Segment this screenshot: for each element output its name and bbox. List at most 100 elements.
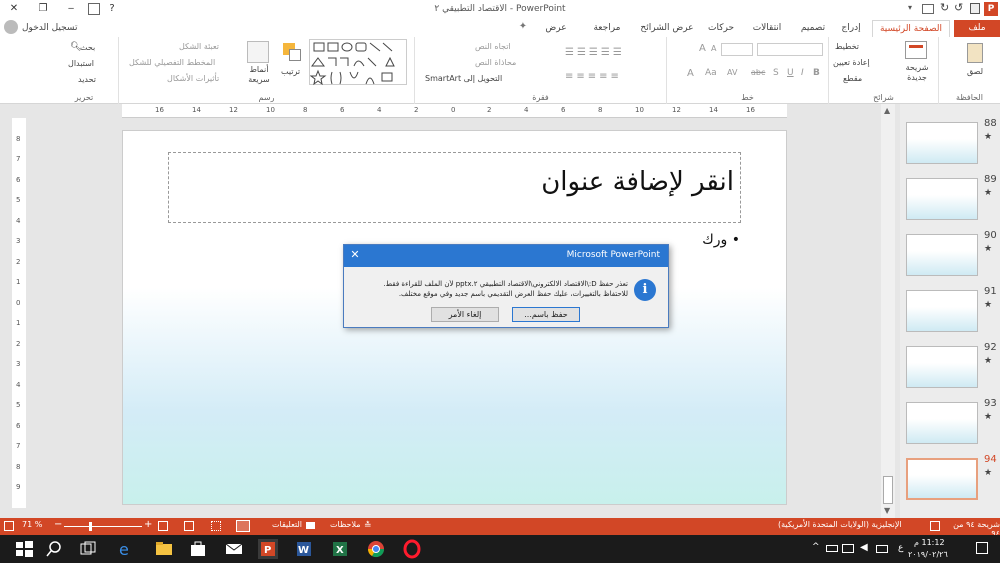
dialog-close-button[interactable]: ✕ (348, 248, 362, 264)
select-button[interactable]: تحديد (78, 75, 96, 84)
help-button[interactable]: ? (104, 0, 120, 18)
scroll-thumb[interactable] (883, 476, 893, 504)
shape-outline-button[interactable]: المخطط التفصيلي للشكل (129, 58, 215, 67)
slide-thumbnail[interactable] (906, 234, 978, 276)
comments-button[interactable]: التعليقات (272, 520, 302, 529)
cancel-button[interactable]: إلغاء الأمر (431, 307, 499, 322)
layout-button[interactable]: تخطيط (835, 42, 859, 51)
paragraph-align-icons[interactable]: ≡≡≡≡≡ (565, 71, 655, 83)
notes-button[interactable]: ملاحظات (330, 520, 361, 529)
tab-file[interactable]: ملف (954, 20, 1000, 37)
quick-styles-icon[interactable] (247, 41, 269, 63)
shrink-font-icon[interactable]: A (711, 44, 716, 53)
slide-sorter-icon[interactable] (211, 521, 221, 531)
spelling-icon[interactable] (930, 521, 940, 531)
paste-button[interactable]: لصق (967, 67, 983, 76)
shape-effects-button[interactable]: تأثيرات الأشكال (167, 74, 219, 83)
font-size-box[interactable] (721, 43, 753, 56)
font-name-box[interactable] (757, 43, 823, 56)
new-slide-icon[interactable] (905, 41, 927, 59)
content-bullet[interactable]: • ورك (680, 232, 740, 248)
zoom-slider-thumb[interactable] (89, 522, 92, 531)
bullet-list-icons[interactable]: ☰☰☰☰☰ (565, 47, 655, 59)
taskbar-time[interactable]: 11:12 م (914, 538, 945, 547)
tab-view[interactable]: عرض (540, 20, 572, 37)
underline-icon[interactable]: U (787, 68, 794, 78)
input-language[interactable]: ع (898, 543, 903, 553)
save-icon[interactable] (970, 3, 980, 14)
reset-button[interactable]: إعادة تعيين (833, 58, 870, 67)
search-icon[interactable] (44, 539, 64, 559)
reading-view-icon[interactable] (184, 521, 194, 531)
slide-thumbnail[interactable] (906, 346, 978, 388)
start-from-beginning-icon[interactable] (922, 4, 934, 14)
zoom-slider[interactable] (64, 522, 142, 531)
zoom-percent[interactable]: 71 % (22, 520, 42, 529)
tab-animations[interactable]: حركات (702, 20, 740, 37)
slideshow-view-icon[interactable] (158, 521, 168, 531)
user-avatar-icon[interactable] (4, 20, 18, 34)
arrange-icon[interactable] (281, 41, 303, 63)
find-button[interactable]: بحث (80, 43, 95, 52)
slide-thumbnail[interactable] (906, 122, 978, 164)
slide-thumbnail-selected[interactable] (906, 458, 978, 500)
strikethrough-icon[interactable]: abc (751, 68, 765, 77)
slide-thumbnail[interactable] (906, 290, 978, 332)
save-as-button[interactable]: حفظ باسم... (512, 307, 580, 322)
slide-thumbnail[interactable] (906, 402, 978, 444)
word-icon[interactable]: W (294, 539, 314, 559)
window-restore-button[interactable]: ❐ (30, 0, 56, 18)
signin-link[interactable]: تسجيل الدخول (22, 20, 77, 36)
window-minimize-button[interactable]: ‒ (58, 0, 84, 18)
opera-icon[interactable] (402, 539, 422, 559)
quick-styles-button[interactable]: أنماط سريعة (245, 65, 273, 85)
powerpoint-icon[interactable]: P (258, 539, 278, 559)
convert-smartart-button[interactable]: التحويل إلى SmartArt (425, 74, 502, 83)
file-explorer-icon[interactable] (154, 539, 174, 559)
fit-slide-icon[interactable] (4, 521, 14, 531)
chevron-up-icon[interactable]: ^ (812, 542, 820, 552)
tab-design[interactable]: تصميم (794, 20, 832, 37)
excel-icon[interactable]: X (330, 539, 350, 559)
clear-format-icon[interactable]: A (687, 68, 694, 79)
edge-icon[interactable]: e (116, 539, 136, 559)
new-slide-button[interactable]: شريحة جديدة (901, 63, 933, 83)
start-icon[interactable] (14, 539, 34, 559)
vertical-scrollbar[interactable]: ▲ ▼ (881, 104, 895, 518)
tab-slideshow[interactable]: عرض الشرائح (636, 20, 698, 37)
tab-home[interactable]: الصفحة الرئيسية (872, 20, 950, 37)
redo-icon[interactable]: ↻ (940, 1, 952, 15)
change-case-icon[interactable]: Aa (705, 68, 717, 78)
normal-view-icon[interactable] (236, 520, 250, 532)
task-view-icon[interactable] (78, 539, 98, 559)
italic-icon[interactable]: I (801, 68, 804, 78)
tab-review[interactable]: مراجعة (586, 20, 628, 37)
char-spacing-icon[interactable]: AV (727, 68, 737, 77)
scroll-up-arrow[interactable]: ▲ (884, 106, 890, 115)
replace-button[interactable]: استبدال (68, 59, 94, 68)
zoom-out-button[interactable]: − (54, 519, 62, 530)
chrome-icon[interactable] (366, 539, 386, 559)
tab-transitions[interactable]: انتقالات (746, 20, 788, 37)
network-icon[interactable] (842, 544, 854, 553)
bold-icon[interactable]: B (813, 68, 820, 78)
scroll-down-arrow[interactable]: ▼ (884, 506, 890, 515)
zoom-in-button[interactable]: + (144, 519, 152, 530)
mail-icon[interactable] (224, 539, 244, 559)
volume-icon[interactable]: ◀︎ (860, 542, 868, 553)
title-placeholder[interactable]: انقر لإضافة عنوان (168, 152, 741, 223)
shape-fill-button[interactable]: تعبئة الشكل (179, 42, 219, 51)
tab-insert[interactable]: إدراج (836, 20, 866, 37)
grow-font-icon[interactable]: A (699, 43, 706, 54)
section-button[interactable]: مقطع (843, 74, 862, 83)
keyboard-icon[interactable] (876, 545, 888, 553)
shadow-icon[interactable]: S (773, 68, 779, 78)
tell-me-icon[interactable]: ✦ (518, 21, 528, 34)
store-icon[interactable] (188, 539, 208, 559)
ribbon-display-options-button[interactable] (88, 3, 100, 15)
window-close-button[interactable]: ✕ (0, 0, 28, 18)
battery-icon[interactable] (826, 545, 838, 552)
qat-customize-icon[interactable]: ▾ (908, 3, 918, 15)
align-text-button[interactable]: محاذاة النص (475, 58, 516, 67)
clipboard-icon[interactable] (967, 43, 983, 63)
